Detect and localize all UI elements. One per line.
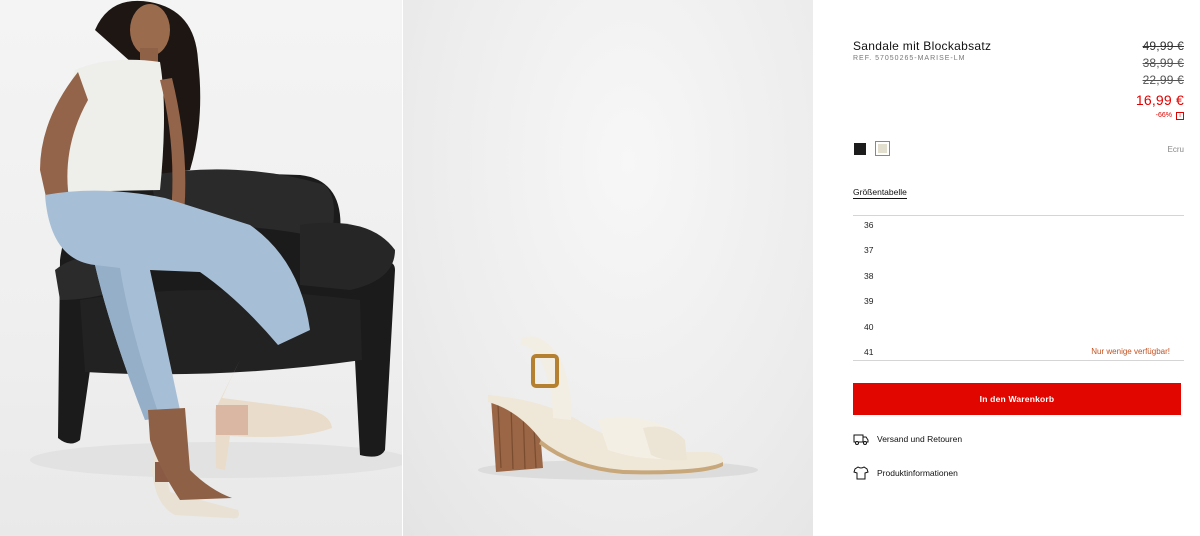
add-to-cart-button[interactable]: In den Warenkorb bbox=[853, 383, 1181, 415]
size-label: 41 bbox=[864, 346, 874, 357]
discount-row: -66% i bbox=[1136, 110, 1184, 122]
size-label: 37 bbox=[864, 245, 874, 256]
size-guide-link[interactable]: Größentabelle bbox=[853, 187, 907, 199]
size-label: 36 bbox=[864, 220, 874, 230]
size-option[interactable]: 41 Nur wenige verfügbar! bbox=[853, 343, 1184, 368]
product-photo-model[interactable] bbox=[0, 0, 402, 536]
color-swatch-ecru[interactable] bbox=[875, 141, 890, 156]
size-option[interactable]: 36 bbox=[853, 216, 1184, 241]
product-information-link[interactable]: Produktinformationen bbox=[853, 466, 958, 480]
size-label: 38 bbox=[864, 270, 874, 281]
previous-price: 38,99 € bbox=[1142, 56, 1184, 70]
original-price: 49,99 € bbox=[1142, 39, 1184, 53]
product-reference: REF. 57050265-MARISE-LM bbox=[853, 55, 966, 62]
size-option[interactable]: 39 bbox=[853, 292, 1184, 317]
shipping-returns-link[interactable]: Versand und Retouren bbox=[853, 432, 962, 446]
low-stock-note: Nur wenige verfügbar! bbox=[1091, 346, 1170, 356]
price-info-icon[interactable]: i bbox=[1176, 112, 1184, 120]
model-illustration bbox=[30, 0, 402, 519]
size-label: 40 bbox=[864, 321, 874, 332]
shirt-icon bbox=[853, 466, 869, 480]
previous-price: 22,99 € bbox=[1142, 73, 1184, 87]
product-information-label: Produktinformationen bbox=[877, 468, 958, 478]
size-label: 39 bbox=[864, 296, 874, 307]
product-info-panel: Sandale mit Blockabsatz REF. 57050265-MA… bbox=[813, 0, 1200, 536]
product-page: Sandale mit Blockabsatz REF. 57050265-MA… bbox=[0, 0, 1200, 536]
shipping-returns-label: Versand und Retouren bbox=[877, 434, 963, 444]
truck-icon bbox=[853, 434, 869, 445]
size-option[interactable]: 37 bbox=[853, 241, 1184, 266]
discount-badge: -66% bbox=[1155, 112, 1172, 119]
size-list: 36 37 38 39 40 41 Nur wenige verfügbar! bbox=[853, 215, 1184, 361]
size-option[interactable]: 38 bbox=[853, 267, 1184, 292]
price-block: 49,99 € 38,99 € 22,99 € 16,99 € -66% i bbox=[1136, 38, 1184, 122]
product-title: Sandale mit Blockabsatz bbox=[853, 39, 992, 53]
color-swatch-black[interactable] bbox=[854, 143, 866, 155]
sandal-illustration bbox=[478, 336, 758, 480]
size-option[interactable]: 40 bbox=[853, 318, 1184, 343]
selected-color-label: Ecru bbox=[1167, 145, 1184, 154]
product-photo-sandal[interactable] bbox=[403, 0, 813, 536]
current-price: 16,99 € bbox=[1135, 92, 1184, 108]
